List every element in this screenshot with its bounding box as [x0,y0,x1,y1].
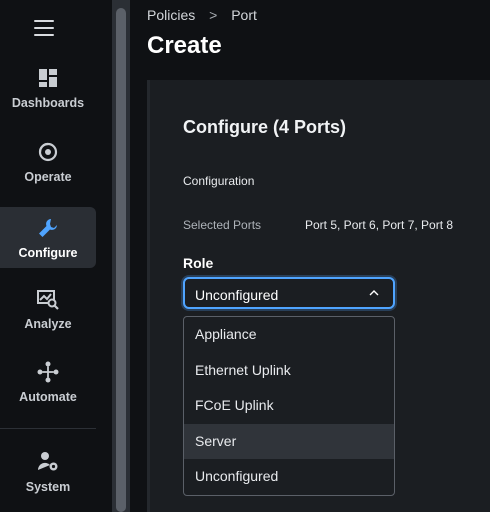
sidebar-item-configure[interactable]: Configure [0,207,96,268]
breadcrumb-policies[interactable]: Policies [147,7,195,23]
sidebar-item-label: Dashboards [11,96,85,110]
breadcrumb: Policies > Port [147,7,257,23]
sidebar-item-automate[interactable]: Automate [0,360,96,422]
sidebar-item-label: Analyze [24,317,72,331]
sidebar-item-label: Automate [19,390,77,404]
sidebar-item-analyze[interactable]: Analyze [0,287,96,349]
page-title: Create [147,32,222,59]
panel-edge [147,80,150,512]
sidebar-divider [0,428,96,429]
sidebar-item-dashboards[interactable]: Dashboards [0,66,96,128]
breadcrumb-port: Port [231,7,257,23]
breadcrumb-separator: > [209,7,218,23]
selected-ports-value: Port 5, Port 6, Port 7, Port 8 [305,218,454,232]
sidebar: Dashboards Operate Configure Analyze Aut… [0,0,108,512]
analyze-chart-search-icon [37,290,59,310]
role-option-fcoe-uplink[interactable]: FCoE Uplink [184,388,394,424]
sidebar-item-operate[interactable]: Operate [0,140,96,202]
automate-workflow-icon [37,361,59,383]
operate-gauge-icon [38,142,58,162]
section-label: Configuration [183,174,255,188]
panel-title: Configure (4 Ports) [183,117,347,137]
role-option-unconfigured[interactable]: Unconfigured [184,459,394,495]
selected-ports-label: Selected Ports [183,218,262,232]
role-dropdown-list: Appliance Ethernet Uplink FCoE Uplink Se… [183,316,395,496]
system-user-gear-icon [37,452,58,471]
role-select-value: Unconfigured [195,287,279,303]
sidebar-item-system[interactable]: System [0,450,96,512]
chevron-up-icon [369,290,379,296]
role-label: Role [183,255,214,271]
role-option-appliance[interactable]: Appliance [184,317,394,353]
wrench-icon [39,219,57,237]
hamburger-menu-icon[interactable] [34,20,54,36]
role-select[interactable]: Unconfigured [183,277,395,309]
dashboards-grid-icon [39,69,57,87]
scrollbar-thumb[interactable] [116,8,126,512]
role-option-ethernet-uplink[interactable]: Ethernet Uplink [184,353,394,389]
sidebar-item-label: Operate [24,170,72,184]
sidebar-item-label: Configure [18,246,78,260]
sidebar-item-label: System [25,480,71,494]
role-option-server[interactable]: Server [184,423,394,460]
